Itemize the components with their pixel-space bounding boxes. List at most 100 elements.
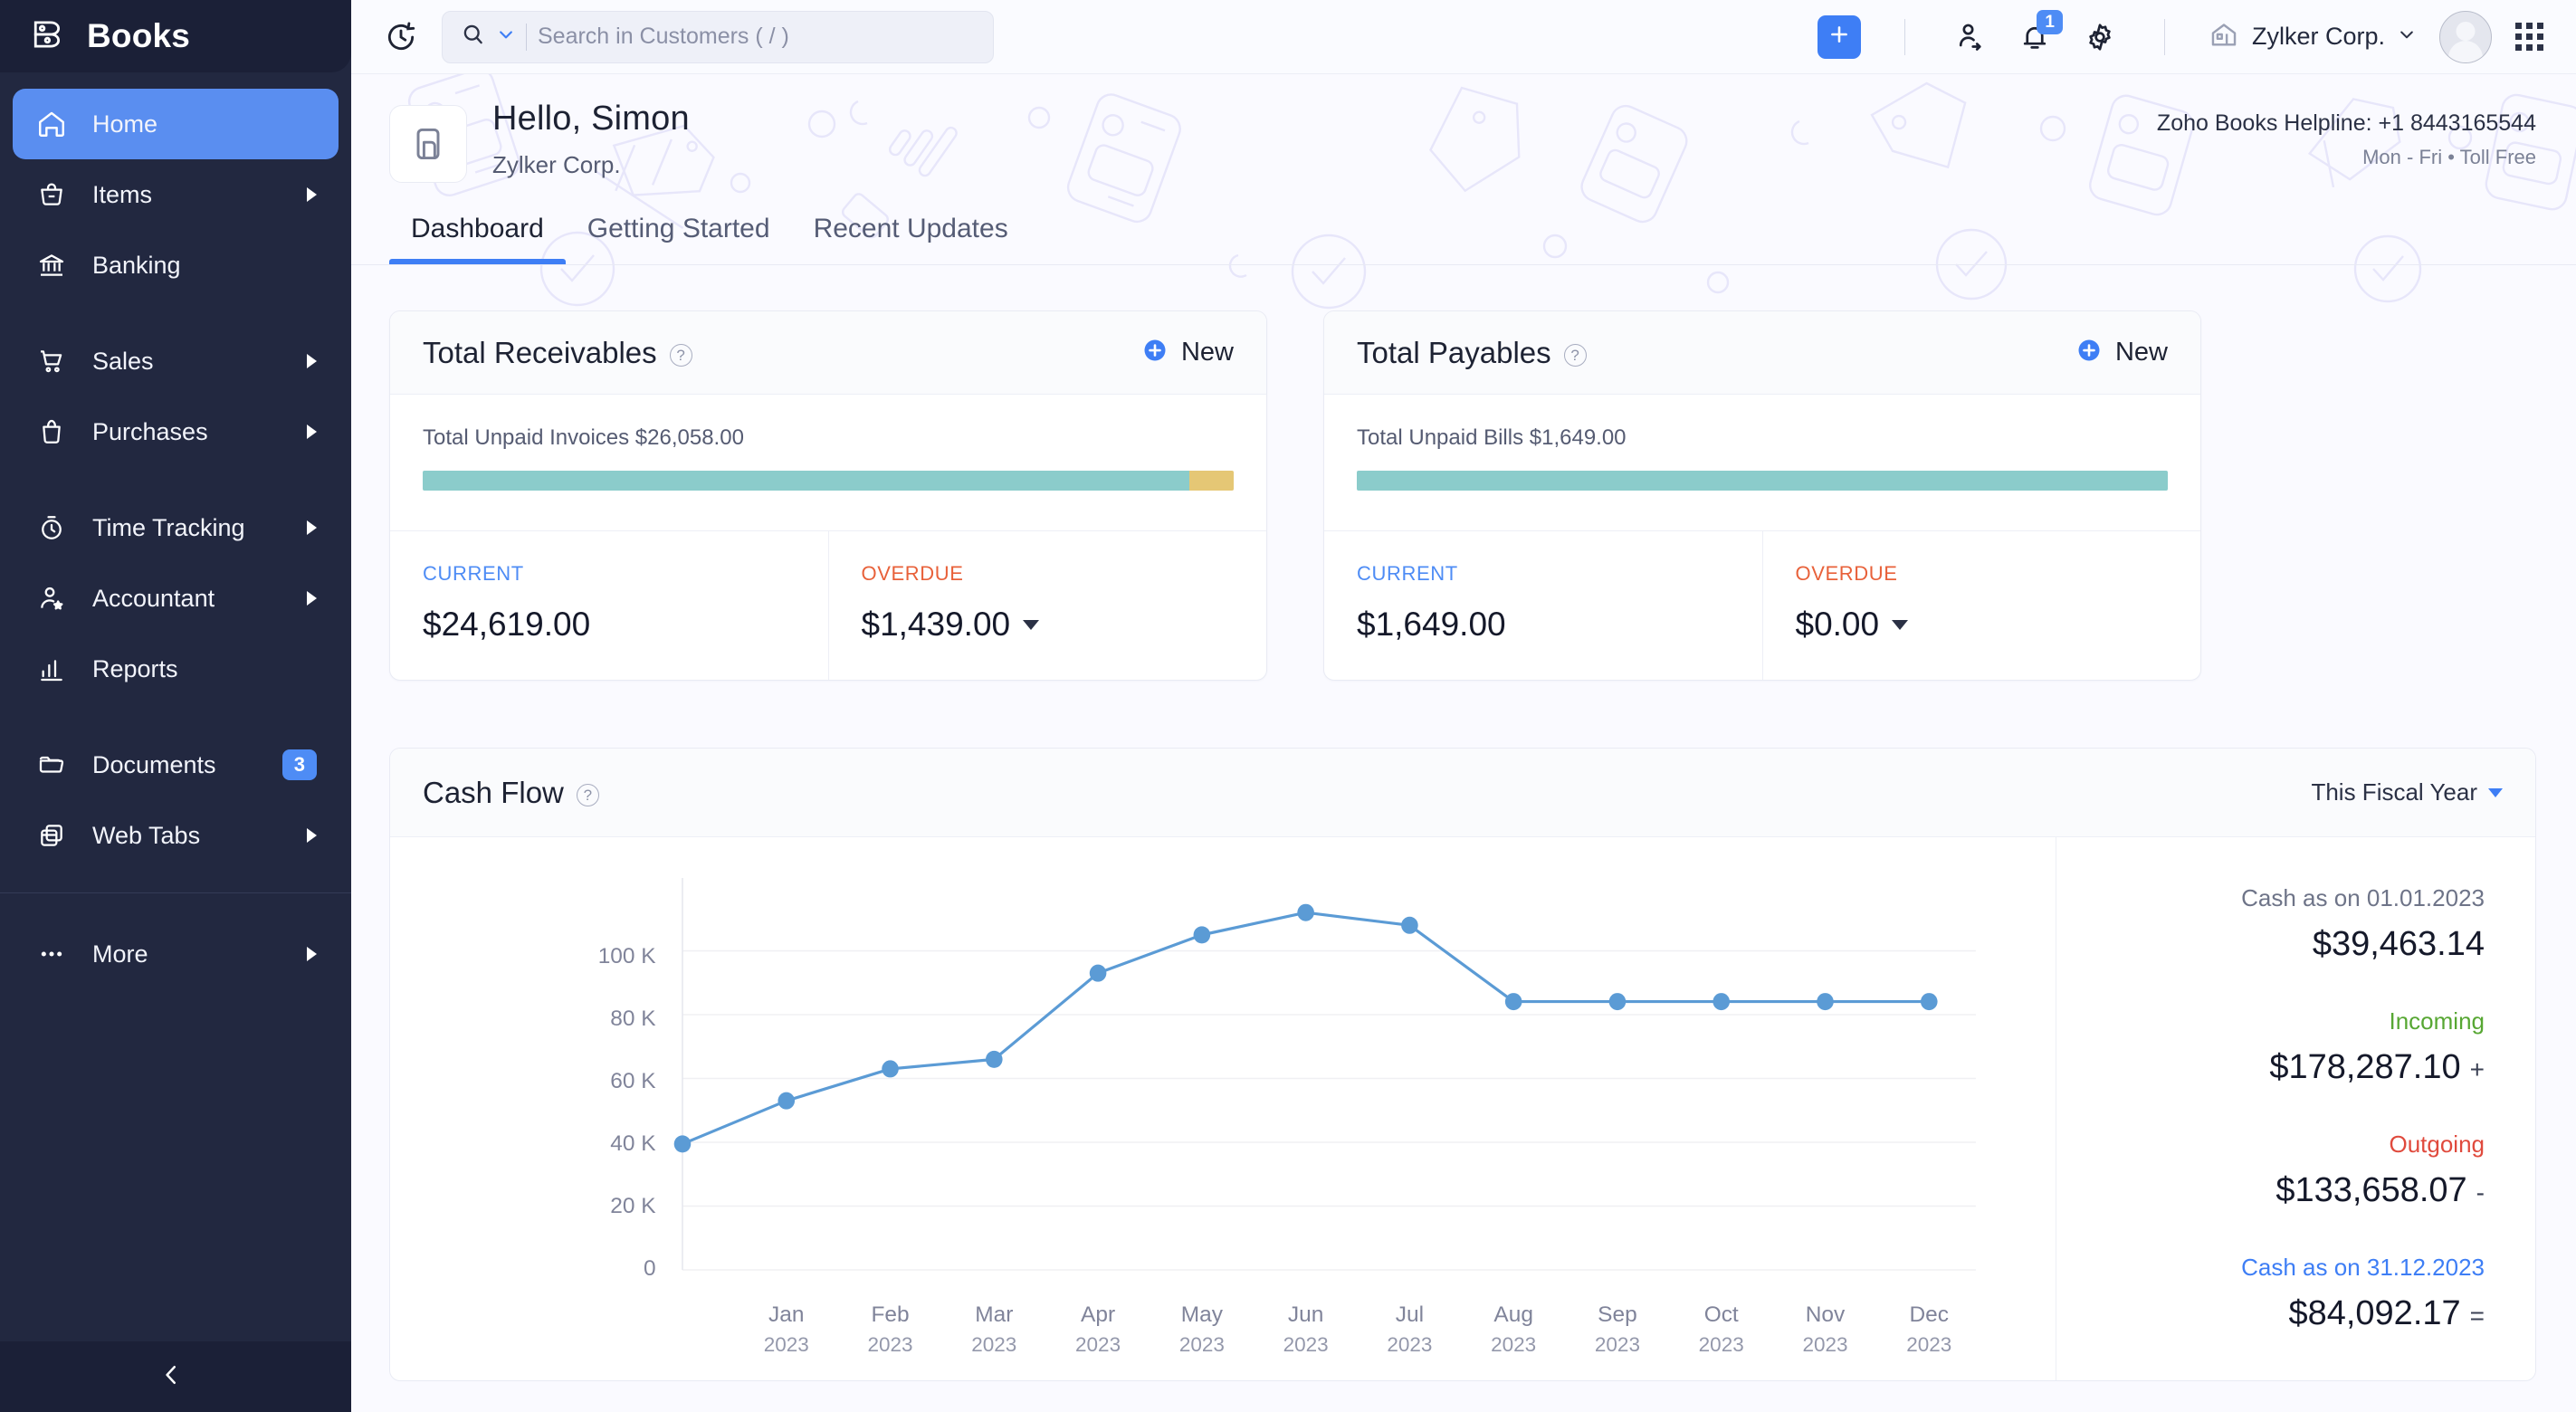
folder-icon <box>34 748 69 782</box>
progress-current-segment <box>1357 471 2168 491</box>
sidebar-item-label: Purchases <box>92 417 208 445</box>
help-icon[interactable]: ? <box>1563 344 1587 367</box>
incoming-value: $178,287.10 + <box>2269 1048 2485 1086</box>
sidebar-item-label: Home <box>92 110 158 138</box>
total-receivables-card: Total Receivables ? New Total Unpaid Inv… <box>389 310 1267 681</box>
chevron-right-icon <box>307 591 317 606</box>
tab-dashboard[interactable]: Dashboard <box>389 214 566 264</box>
caret-down-icon[interactable] <box>1892 619 1909 630</box>
chevron-down-icon[interactable] <box>497 25 515 48</box>
apps-grid-icon[interactable] <box>2515 23 2543 51</box>
cash-flow-summary: Cash as on 01.01.2023 $39,463.14 Incomin… <box>2056 837 2535 1380</box>
chevron-right-icon <box>307 187 317 202</box>
organization-switcher[interactable]: Zylker Corp. <box>2209 19 2416 54</box>
sidebar-item-banking[interactable]: Banking <box>13 230 339 301</box>
sidebar-item-web-tabs[interactable]: Web Tabs <box>13 800 339 871</box>
current-amount: $24,619.00 <box>423 606 591 643</box>
progress-overdue-segment <box>1188 471 1234 491</box>
sidebar-item-sales[interactable]: Sales <box>13 326 339 396</box>
plus-circle-icon <box>1141 337 1169 368</box>
new-bill-button[interactable]: New <box>2075 337 2168 368</box>
receivables-current-cell[interactable]: CURRENT $24,619.00 <box>390 531 828 680</box>
card-header: Total Payables ? New <box>1324 311 2200 395</box>
topbar: 1 Zylker Corp. <box>351 0 2576 74</box>
sidebar-item-label: Sales <box>92 347 154 375</box>
organization-subtitle: Zylker Corp. <box>492 151 621 178</box>
basket-icon <box>34 177 69 212</box>
current-label: CURRENT <box>1357 562 1458 585</box>
stopwatch-icon <box>34 510 69 545</box>
incoming-block: Incoming $178,287.10 + <box>2056 1007 2485 1087</box>
payables-current-cell[interactable]: CURRENT $1,649.00 <box>1324 531 1762 680</box>
history-clock-icon[interactable] <box>380 16 422 58</box>
dashboard-content: Hello, Simon Zylker Corp. Zoho Books Hel… <box>351 74 2576 1412</box>
bag-icon <box>34 415 69 449</box>
organization-home-icon <box>2209 19 2239 54</box>
search-input[interactable] <box>538 24 975 50</box>
period-selector[interactable]: This Fiscal Year <box>2311 778 2503 806</box>
sidebar-item-time-tracking[interactable]: Time Tracking <box>13 492 339 563</box>
help-icon[interactable]: ? <box>669 344 692 367</box>
caret-down-icon[interactable] <box>1023 619 1040 630</box>
outgoing-sign: - <box>2476 1178 2485 1207</box>
sidebar-item-purchases[interactable]: Purchases <box>13 396 339 467</box>
cash-flow-title: Cash Flow <box>423 775 564 809</box>
tab-recent-updates[interactable]: Recent Updates <box>792 214 1030 264</box>
incoming-label: Incoming <box>2389 1007 2485 1035</box>
sidebar-item-accountant[interactable]: Accountant <box>13 563 339 634</box>
sidebar-collapse-button[interactable] <box>0 1341 351 1412</box>
chevron-right-icon <box>307 425 317 439</box>
sidebar-item-label: Web Tabs <box>92 821 201 849</box>
app-logo[interactable]: Books <box>0 0 351 72</box>
user-star-icon <box>34 581 69 615</box>
new-invoice-button[interactable]: New <box>1141 337 1234 368</box>
card-footer: CURRENT $24,619.00 OVERDUE $1,439.00 <box>390 530 1266 680</box>
sidebar-item-items[interactable]: Items <box>13 159 339 230</box>
cash-flow-chart[interactable]: 0 20 K 40 K 60 K 80 K 100 K Jan 2023 Feb 2023 Mar 2… <box>390 837 2056 1380</box>
cash-flow-card: Cash Flow ? This Fiscal Year 0 20 K 40 K 60… <box>389 748 2536 1381</box>
topbar-divider <box>2163 18 2165 55</box>
sidebar-item-badge: 3 <box>281 749 317 781</box>
closing-sign: = <box>2469 1302 2485 1330</box>
sidebar-item-documents[interactable]: Documents 3 <box>13 730 339 800</box>
cash-flow-body: 0 20 K 40 K 60 K 80 K 100 K Jan 2023 Feb 2023 Mar 2… <box>390 837 2535 1380</box>
sidebar-item-more[interactable]: More <box>13 919 339 989</box>
notification-count-badge: 1 <box>2037 9 2063 35</box>
chevron-right-icon <box>307 947 317 961</box>
notifications-bell-button[interactable]: 1 <box>2014 9 2063 58</box>
page-title: Hello, Simon <box>492 100 690 138</box>
opening-balance-block: Cash as on 01.01.2023 $39,463.14 <box>2056 884 2485 964</box>
app-name: Books <box>87 17 191 54</box>
receivables-overdue-cell[interactable]: OVERDUE $1,439.00 <box>827 531 1267 680</box>
incoming-sign: + <box>2469 1055 2485 1083</box>
cart-icon <box>34 344 69 378</box>
dashboard-tabs: Dashboard Getting Started Recent Updates <box>351 183 2576 264</box>
bar-chart-icon <box>34 652 69 686</box>
tab-getting-started[interactable]: Getting Started <box>566 214 792 264</box>
main-area: 1 Zylker Corp. <box>351 0 2576 1412</box>
sidebar-item-reports[interactable]: Reports <box>13 634 339 704</box>
card-title: Total Receivables <box>423 335 657 369</box>
help-icon[interactable]: ? <box>576 784 599 806</box>
card-body: Total Unpaid Bills $1,649.00 <box>1324 395 2200 530</box>
progress-current-segment <box>423 471 1189 491</box>
sidebar-item-label: Accountant <box>92 584 215 612</box>
bank-icon <box>34 248 69 282</box>
avatar[interactable] <box>2439 10 2492 63</box>
card-header: Total Receivables ? New <box>390 311 1266 395</box>
sidebar-item-home[interactable]: Home <box>13 89 339 159</box>
chevron-right-icon <box>307 520 317 535</box>
books-document-icon <box>389 105 467 183</box>
opening-balance-value: $39,463.14 <box>2312 925 2485 963</box>
sidebar-nav: Home Items Banking Sales Purchases Time … <box>0 72 351 1341</box>
search-box[interactable] <box>442 10 994 63</box>
payables-overdue-cell[interactable]: OVERDUE $0.00 <box>1761 531 2201 680</box>
closing-balance-label[interactable]: Cash as on 31.12.2023 <box>2056 1254 2485 1282</box>
current-label: CURRENT <box>423 562 524 585</box>
search-icon <box>461 22 486 52</box>
quick-create-button[interactable] <box>1817 14 1861 59</box>
contacts-icon[interactable] <box>1949 16 1990 58</box>
gear-icon[interactable] <box>2079 16 2121 58</box>
